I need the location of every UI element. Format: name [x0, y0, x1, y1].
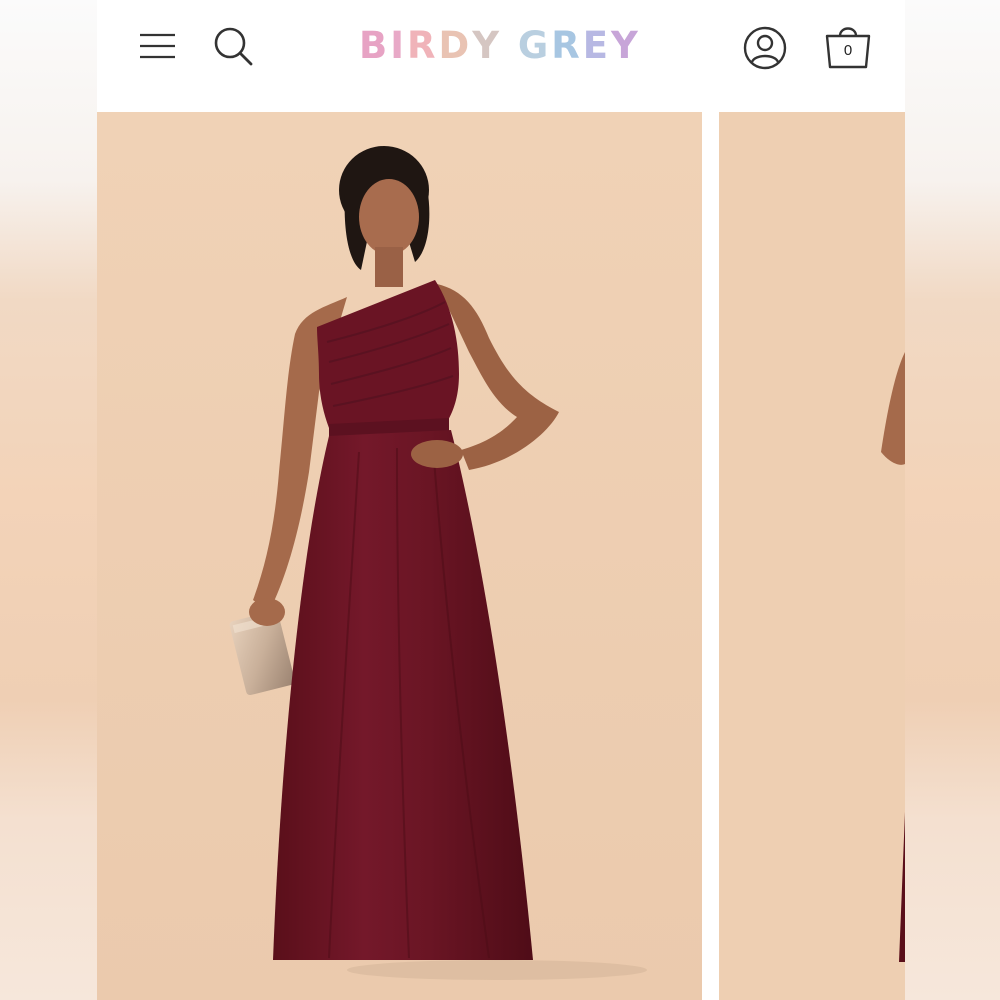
brand-logo-letter: E: [582, 24, 612, 67]
product-image-carousel[interactable]: [97, 112, 905, 1000]
brand-logo-letter: G: [517, 24, 552, 67]
brand-logo-letter: D: [438, 24, 473, 67]
model-partial-view-image: [719, 112, 905, 1000]
brand-logo-letter: I: [390, 24, 407, 67]
brand-logo-letter: R: [551, 24, 583, 67]
blurred-background-right: [905, 0, 1000, 1000]
blurred-background-left: [0, 0, 97, 1000]
mobile-app-screen: BIRDY GREY 0: [97, 0, 905, 1000]
hamburger-menu-icon: [140, 33, 175, 59]
brand-logo-letter: [502, 24, 518, 68]
search-icon: [214, 27, 253, 66]
brand-logo-letter: B: [359, 24, 391, 67]
menu-button[interactable]: [137, 28, 177, 64]
cart-count-badge: 0: [843, 42, 853, 59]
brand-logo[interactable]: BIRDY GREY: [359, 24, 649, 68]
user-account-icon: [743, 26, 787, 70]
product-image-main[interactable]: [97, 112, 702, 1000]
account-button[interactable]: [743, 26, 787, 70]
site-header: BIRDY GREY 0: [97, 0, 905, 112]
brand-logo-letter: Y: [611, 24, 641, 67]
model-in-burgundy-gown-image: [97, 112, 702, 1000]
search-button[interactable]: [211, 24, 255, 68]
brand-logo-letter: Y: [472, 24, 502, 67]
brand-logo-letter: R: [406, 24, 439, 67]
product-image-next[interactable]: [719, 112, 905, 1000]
cart-button[interactable]: 0: [823, 20, 873, 72]
